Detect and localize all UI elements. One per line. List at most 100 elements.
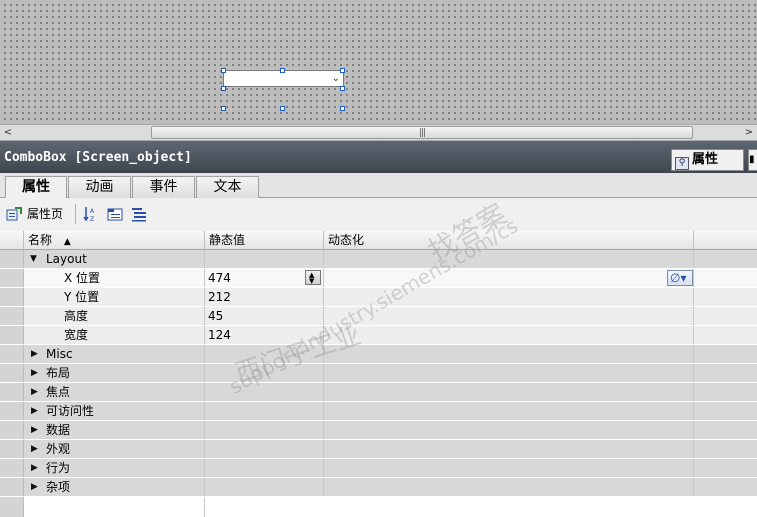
resize-handle-bottom-left[interactable] [221, 106, 226, 111]
list-icon[interactable] [131, 206, 147, 222]
collapsed-triangle-icon[interactable]: ▶ [31, 440, 38, 458]
header-name[interactable]: 名称 ▲ [24, 231, 205, 249]
group-row-focus[interactable]: ▶ 焦点 [0, 383, 757, 402]
group-label: Misc [46, 347, 73, 361]
value-cell [205, 459, 324, 477]
properties-side-tab-label: 属性 [692, 152, 719, 167]
group-icon[interactable] [107, 206, 123, 222]
collapsed-triangle-icon[interactable]: ▶ [31, 459, 38, 477]
screen-canvas[interactable]: ⌄ [0, 0, 757, 124]
resize-handle-bottom-right[interactable] [340, 106, 345, 111]
group-row-misc[interactable]: ▶ Misc [0, 345, 757, 364]
group-row-data[interactable]: ▶ 数据 [0, 421, 757, 440]
svg-text:A: A [90, 208, 95, 215]
collapsed-triangle-icon[interactable]: ▶ [31, 402, 38, 420]
row-gutter [0, 307, 24, 325]
property-value[interactable]: 212 [205, 288, 324, 306]
group-name-cell: ▶ 可访问性 [24, 402, 205, 420]
info-side-tab[interactable]: ▮ [748, 149, 757, 171]
dynamization-dropdown-button[interactable]: ∅▾ [667, 270, 693, 286]
resize-handle-top-left[interactable] [221, 68, 226, 73]
collapsed-triangle-icon[interactable]: ▶ [31, 421, 38, 439]
grid-header: 名称 ▲ 静态值 动态化 [0, 231, 757, 250]
group-label: 可访问性 [46, 404, 95, 418]
property-row-height[interactable]: 高度 45 [0, 307, 757, 326]
group-name-cell: ▼ Layout [24, 250, 205, 268]
group-label: 布局 [46, 366, 71, 380]
collapsed-triangle-icon[interactable]: ▶ [31, 383, 38, 401]
horizontal-scrollbar[interactable]: < ||| > [0, 124, 757, 141]
resize-handle-top[interactable] [280, 68, 285, 73]
dynamic-cell [324, 364, 694, 382]
header-static-value[interactable]: 静态值 [205, 231, 324, 249]
group-row-miscellaneous[interactable]: ▶ 杂项 [0, 478, 757, 497]
tab-texts[interactable]: 文本 [196, 176, 259, 198]
stepper-down-icon[interactable]: ▼ [309, 278, 314, 285]
property-page-label[interactable]: 属性页 [27, 205, 63, 222]
scroll-thumb[interactable]: ||| [151, 126, 693, 139]
property-page-icon[interactable] [6, 206, 22, 222]
collapsed-triangle-icon[interactable]: ▶ [31, 345, 38, 363]
group-label: 杂项 [46, 480, 71, 494]
extra-cell [694, 307, 757, 325]
property-row-width[interactable]: 宽度 124 [0, 326, 757, 345]
header-dynamic[interactable]: 动态化 [324, 231, 694, 249]
group-row-appearance[interactable]: ▶ 外观 [0, 440, 757, 459]
group-row-behavior[interactable]: ▶ 行为 [0, 459, 757, 478]
group-name-cell: ▶ 杂项 [24, 478, 205, 496]
inspector-titlebar: ComboBox [Screen_object] ⚲ 属性 ▮ [0, 141, 757, 173]
tab-animations[interactable]: 动画 [68, 176, 131, 198]
tab-properties[interactable]: 属性 [5, 176, 67, 199]
resize-handle-top-right[interactable] [340, 68, 345, 73]
row-gutter [0, 478, 24, 496]
dynamic-cell [324, 288, 694, 306]
row-gutter [0, 288, 24, 306]
row-gutter [0, 421, 24, 439]
dynamic-cell [324, 307, 694, 325]
group-label: 外观 [46, 442, 71, 456]
row-gutter [0, 364, 24, 382]
row-gutter [0, 250, 24, 268]
sort-az-icon[interactable]: A Z [83, 206, 99, 223]
property-value[interactable]: 474 [208, 271, 231, 285]
scroll-left-button[interactable]: < [0, 125, 16, 140]
value-stepper[interactable]: ▲ ▼ [305, 270, 321, 285]
group-label: 焦点 [46, 385, 71, 399]
property-row-y-position[interactable]: Y 位置 212 [0, 288, 757, 307]
group-row-accessibility[interactable]: ▶ 可访问性 [0, 402, 757, 421]
toolbar-divider [75, 204, 76, 224]
value-cell [205, 250, 324, 268]
value-cell [205, 421, 324, 439]
group-name-cell: ▶ Misc [24, 345, 205, 363]
resize-handle-left[interactable] [221, 86, 226, 91]
extra-cell [694, 440, 757, 458]
property-row-x-position[interactable]: X 位置 474 ▲ ▼ ∅▾ [0, 269, 757, 288]
value-cell [205, 478, 324, 496]
property-label: 宽度 [64, 328, 89, 342]
row-gutter [0, 402, 24, 420]
scroll-right-button[interactable]: > [741, 125, 757, 140]
group-row-layout-cn[interactable]: ▶ 布局 [0, 364, 757, 383]
properties-toolbar: 属性页 A Z [0, 198, 757, 230]
resize-handle-right[interactable] [340, 86, 345, 91]
collapsed-triangle-icon[interactable]: ▶ [31, 364, 38, 382]
dynamic-cell [324, 402, 694, 420]
dynamic-cell [324, 345, 694, 363]
resize-handle-bottom[interactable] [280, 106, 285, 111]
tab-events[interactable]: 事件 [132, 176, 195, 198]
extra-cell [694, 250, 757, 268]
collapsed-triangle-icon[interactable]: ▶ [31, 478, 38, 496]
property-value[interactable]: 124 [205, 326, 324, 344]
group-name-cell: ▶ 行为 [24, 459, 205, 477]
properties-side-tab[interactable]: ⚲ 属性 [671, 149, 744, 171]
property-value[interactable]: 45 [205, 307, 324, 325]
sort-ascending-icon: ▲ [63, 237, 71, 247]
extra-cell [694, 288, 757, 306]
value-cell [205, 345, 324, 363]
property-value-cell[interactable]: 474 ▲ ▼ [205, 269, 324, 287]
row-gutter [0, 459, 24, 477]
group-row-layout[interactable]: ▼ Layout [0, 250, 757, 269]
property-label: 高度 [64, 309, 89, 323]
expanded-triangle-icon[interactable]: ▼ [30, 250, 37, 268]
chevron-down-icon: ⌄ [331, 73, 340, 84]
